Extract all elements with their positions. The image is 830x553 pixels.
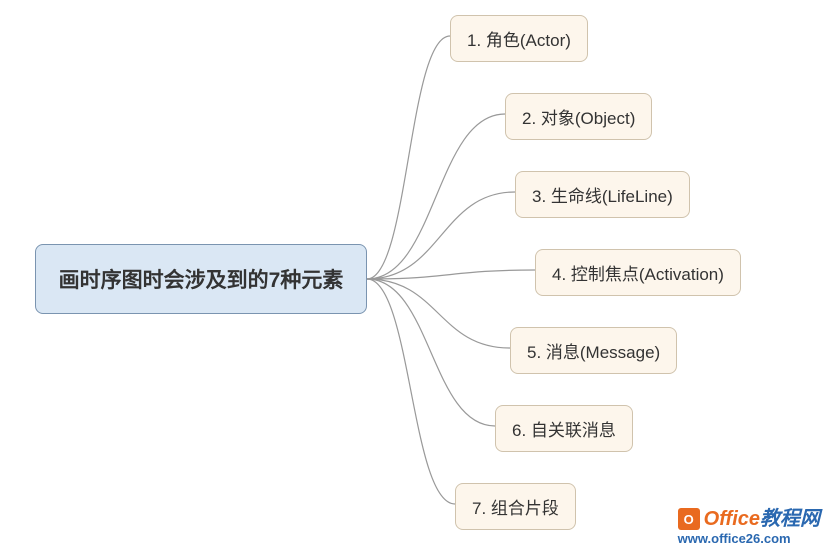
mindmap-child-node: 5. 消息(Message)	[510, 327, 677, 374]
child-label: 7. 组合片段	[472, 499, 559, 518]
connector-line	[367, 114, 505, 279]
connector-line	[367, 192, 515, 279]
watermark-url: www.office26.com	[678, 532, 820, 545]
watermark-brand: O Office教程网	[678, 508, 820, 530]
connector-line	[367, 279, 510, 348]
child-label: 6. 自关联消息	[512, 421, 616, 440]
connector-line	[367, 279, 455, 504]
child-label: 4. 控制焦点(Activation)	[552, 265, 724, 284]
mindmap-child-node: 6. 自关联消息	[495, 405, 633, 452]
mindmap-root-node: 画时序图时会涉及到的7种元素	[35, 244, 367, 314]
child-label: 1. 角色(Actor)	[467, 31, 571, 50]
mindmap-child-node: 7. 组合片段	[455, 483, 576, 530]
connector-line	[367, 36, 450, 279]
connector-line	[367, 270, 535, 279]
office-logo-icon: O	[678, 508, 700, 530]
child-label: 3. 生命线(LifeLine)	[532, 187, 673, 206]
child-label: 2. 对象(Object)	[522, 109, 635, 128]
watermark: O Office教程网 www.office26.com	[678, 508, 820, 545]
mindmap-child-node: 4. 控制焦点(Activation)	[535, 249, 741, 296]
mindmap-child-node: 1. 角色(Actor)	[450, 15, 588, 62]
mindmap-child-node: 2. 对象(Object)	[505, 93, 652, 140]
connector-line	[367, 279, 495, 426]
child-label: 5. 消息(Message)	[527, 343, 660, 362]
mindmap-child-node: 3. 生命线(LifeLine)	[515, 171, 690, 218]
root-label: 画时序图时会涉及到的7种元素	[59, 264, 344, 294]
watermark-brand-text: Office教程网	[704, 509, 820, 529]
